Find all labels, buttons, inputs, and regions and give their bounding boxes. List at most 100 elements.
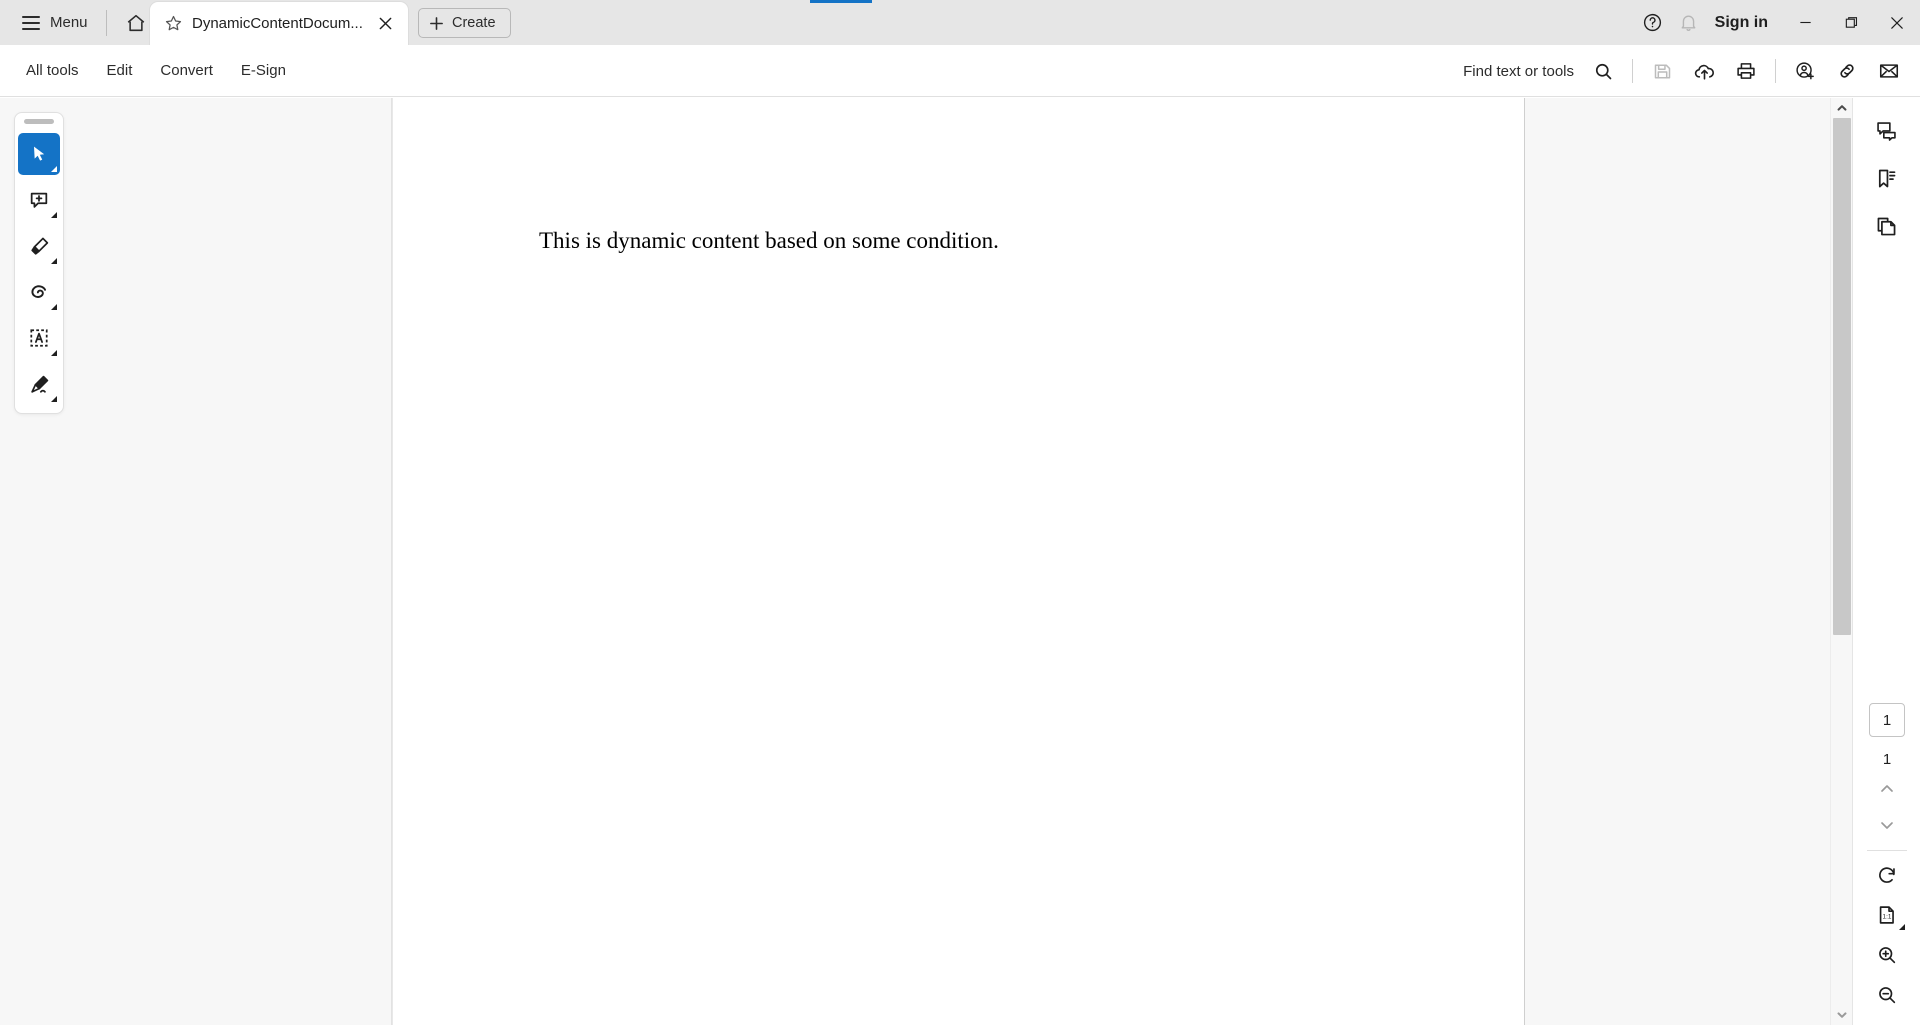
toolbar-right-group: Find text or tools [1463, 45, 1910, 97]
scroll-down-button[interactable] [1831, 1005, 1853, 1025]
fit-one-to-one-icon: 1:1 [1876, 904, 1898, 926]
toolbar-item-all-tools[interactable]: All tools [12, 56, 93, 85]
next-page-button[interactable] [1865, 810, 1909, 840]
chevron-down-icon [51, 166, 57, 172]
right-rail: 1 1 1:1 [1852, 98, 1920, 1025]
cloud-upload-icon [1693, 60, 1716, 83]
text-box-select-icon [28, 327, 50, 349]
close-icon[interactable] [372, 11, 398, 37]
left-pane [0, 98, 392, 1025]
hamburger-icon [22, 15, 40, 30]
home-button[interactable] [119, 6, 153, 40]
page-thumbnails-button[interactable] [1865, 204, 1909, 248]
pdf-page[interactable]: This is dynamic content based on some co… [392, 98, 1525, 1025]
zoom-in-button[interactable] [1865, 935, 1909, 975]
document-tab[interactable]: DynamicContentDocum... [150, 2, 408, 45]
page-total-label: 1 [1882, 751, 1892, 768]
print-button[interactable] [1725, 50, 1767, 92]
zoom-out-icon [1876, 984, 1898, 1006]
signature-pen-icon [28, 373, 51, 396]
main-menu-label: Menu [50, 14, 88, 31]
toolbar-item-convert[interactable]: Convert [146, 56, 227, 85]
comment-panel-icon [1875, 119, 1898, 142]
bookmark-panel-button[interactable] [1865, 156, 1909, 200]
search-button[interactable] [1582, 50, 1624, 92]
page-canvas: This is dynamic content based on some co… [392, 98, 1850, 1025]
toolbar-menu-group: All tools Edit Convert E-Sign [12, 56, 300, 85]
zoom-out-button[interactable] [1865, 975, 1909, 1015]
cloud-upload-button[interactable] [1683, 50, 1725, 92]
rotate-button[interactable] [1865, 855, 1909, 895]
email-button[interactable] [1868, 50, 1910, 92]
highlighter-icon [28, 235, 51, 258]
sign-in-button[interactable]: Sign in [1715, 14, 1768, 32]
star-icon[interactable] [160, 11, 186, 37]
scroll-up-button[interactable] [1831, 98, 1853, 118]
vertical-scrollbar[interactable] [1830, 98, 1852, 1025]
chevron-down-icon [51, 396, 57, 402]
document-body-text: This is dynamic content based on some co… [539, 228, 999, 253]
save-button[interactable] [1641, 50, 1683, 92]
create-button[interactable]: Create [418, 8, 511, 38]
main-toolbar: All tools Edit Convert E-Sign Find text … [0, 45, 1920, 97]
rail-drag-handle[interactable] [24, 119, 54, 124]
rotate-icon [1876, 864, 1898, 886]
chevron-down-icon [51, 304, 57, 310]
notifications-button[interactable] [1671, 5, 1707, 41]
comment-panel-button[interactable] [1865, 108, 1909, 152]
lasso-loop-icon [28, 281, 51, 304]
maximize-icon [1844, 15, 1859, 30]
zoom-in-icon [1876, 944, 1898, 966]
minimize-icon [1798, 15, 1813, 30]
create-button-label: Create [452, 15, 496, 31]
document-tab-title: DynamicContentDocum... [192, 15, 363, 32]
copy-link-button[interactable] [1826, 50, 1868, 92]
chevron-down-icon [51, 258, 57, 264]
add-comment-icon [28, 189, 50, 211]
active-tab-accent [810, 0, 872, 3]
scrollbar-thumb[interactable] [1833, 118, 1851, 635]
find-text-or-tools-label[interactable]: Find text or tools [1463, 63, 1574, 80]
print-icon [1735, 60, 1757, 82]
fill-and-sign-tool-button[interactable] [18, 363, 60, 405]
link-icon [1836, 60, 1858, 82]
titlebar-divider [105, 9, 107, 36]
scroll-down-icon [1836, 1009, 1848, 1021]
chevron-down-icon [51, 212, 57, 218]
home-icon [125, 12, 147, 34]
search-icon [1593, 61, 1614, 82]
title-bar: Menu DynamicContentDocum... Create Sign … [0, 0, 1920, 45]
window-close-button[interactable] [1874, 0, 1920, 45]
right-rail-bottom-group: 1 1 1:1 [1853, 703, 1920, 1015]
add-person-button[interactable] [1784, 50, 1826, 92]
main-menu-button[interactable]: Menu [16, 6, 94, 40]
toolbar-divider-1 [1632, 59, 1633, 83]
maximize-button[interactable] [1828, 0, 1874, 45]
right-rail-divider [1867, 850, 1907, 851]
previous-page-button[interactable] [1865, 774, 1909, 804]
toolbar-item-edit[interactable]: Edit [93, 56, 147, 85]
fit-page-button[interactable]: 1:1 [1865, 895, 1909, 935]
email-icon [1878, 60, 1900, 82]
chevron-down-icon [51, 350, 57, 356]
chevron-down-icon [1899, 924, 1905, 930]
draw-freeform-tool-button[interactable] [18, 271, 60, 313]
add-person-icon [1794, 60, 1816, 82]
chevron-down-icon [1878, 816, 1896, 834]
chevron-up-icon [1878, 780, 1896, 798]
select-tool-button[interactable] [18, 133, 60, 175]
page-number-input[interactable]: 1 [1869, 703, 1905, 737]
save-icon [1652, 61, 1673, 82]
cursor-arrow-icon [29, 144, 49, 164]
minimize-button[interactable] [1782, 0, 1828, 45]
workspace: This is dynamic content based on some co… [0, 98, 1920, 1025]
right-rail-top-group [1853, 98, 1920, 248]
help-button[interactable] [1635, 5, 1671, 41]
titlebar-right-group: Sign in [1635, 0, 1920, 45]
toolbar-item-esign[interactable]: E-Sign [227, 56, 300, 85]
text-select-tool-button[interactable] [18, 317, 60, 359]
toolbar-divider-2 [1775, 59, 1776, 83]
add-comment-tool-button[interactable] [18, 179, 60, 221]
highlight-tool-button[interactable] [18, 225, 60, 267]
plus-icon [429, 16, 444, 31]
